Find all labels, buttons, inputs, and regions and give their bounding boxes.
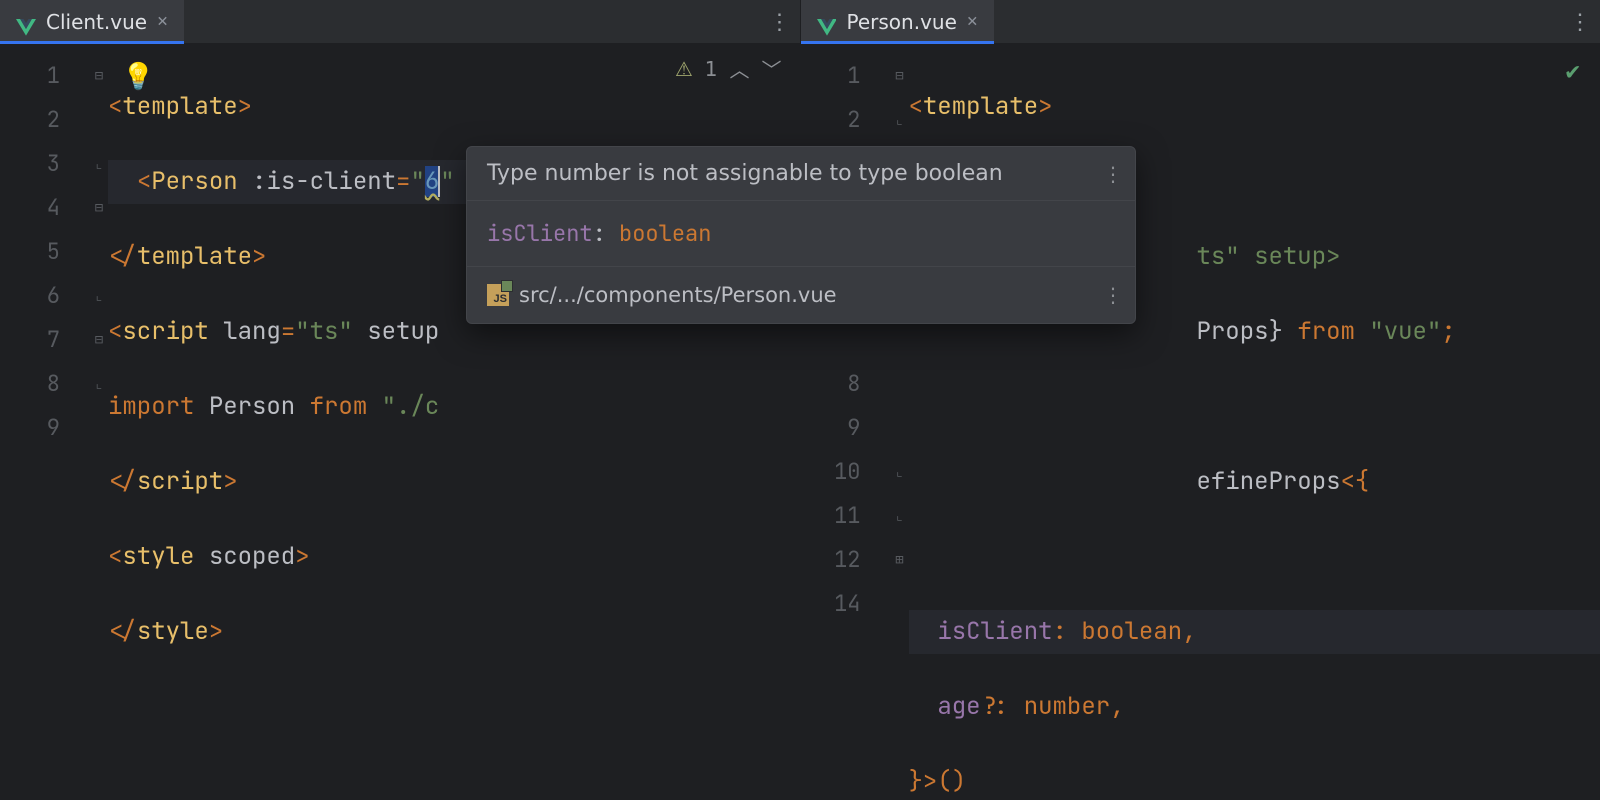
tab-bar: Client.vue ✕ ⋮ — [0, 0, 800, 44]
fold-close-icon[interactable]: ⌞ — [891, 494, 909, 538]
fold-open-icon[interactable]: ⊟ — [891, 54, 909, 98]
inspection-widget[interactable]: ⚠ 1 ︿ ﹀ — [675, 54, 782, 83]
tab-options-icon[interactable]: ⋮ — [1560, 0, 1600, 43]
tab-person-vue[interactable]: Person.vue ✕ — [801, 0, 994, 43]
fold-collapsed-icon[interactable]: ⊞ — [891, 538, 909, 582]
definition-location-row[interactable]: JS src/.../components/Person.vue ⋮ — [467, 266, 1135, 323]
fold-close-icon[interactable]: ⌞ — [90, 362, 108, 406]
editor-pane-right: Person.vue ✕ ⋮ ✔ 1 2 8 9 10 11 12 14 ⊟ ⌞ — [800, 0, 1600, 800]
popup-options-icon[interactable]: ⋮ — [1103, 162, 1123, 186]
tab-label: Client.vue — [46, 10, 147, 34]
gutter: 1 2 3 4 5 6 7 8 9 — [0, 44, 90, 800]
prev-highlight-icon[interactable]: ︿ — [730, 54, 750, 83]
error-message: Type number is not assignable to type bo… — [487, 161, 1003, 186]
popup-options-icon[interactable]: ⋮ — [1103, 283, 1123, 307]
tab-bar: Person.vue ✕ ⋮ — [801, 0, 1600, 44]
tab-options-icon[interactable]: ⋮ — [760, 0, 800, 43]
quickdoc-prop: isClient — [487, 219, 593, 248]
fold-close-icon[interactable]: ⌞ — [891, 450, 909, 494]
fold-close-icon[interactable]: ⌞ — [891, 98, 909, 142]
editor-pane-left: Client.vue ✕ ⋮ 💡 ⚠ 1 ︿ ﹀ 1 2 3 4 5 6 7 8… — [0, 0, 800, 800]
vue-file-icon — [817, 13, 837, 31]
quickdoc-row: isClient: boolean — [467, 200, 1135, 266]
next-highlight-icon[interactable]: ﹀ — [762, 54, 782, 83]
fold-close-icon[interactable]: ⌞ — [90, 142, 108, 186]
warning-icon: ⚠ — [675, 57, 693, 81]
fold-open-icon[interactable]: ⊟ — [90, 54, 108, 98]
fold-open-icon[interactable]: ⊟ — [90, 186, 108, 230]
inspection-ok-icon[interactable]: ✔ — [1566, 56, 1580, 87]
js-file-icon: JS — [487, 284, 509, 306]
warning-count: 1 — [705, 57, 718, 81]
fold-open-icon[interactable]: ⊟ — [90, 318, 108, 362]
quickdoc-type: boolean — [619, 219, 711, 248]
fold-close-icon[interactable]: ⌞ — [90, 274, 108, 318]
intention-bulb-icon[interactable]: 💡 — [122, 58, 154, 93]
close-tab-icon[interactable]: ✕ — [157, 10, 168, 33]
definition-path: src/.../components/Person.vue — [519, 283, 837, 307]
fold-column: ⊟ ⌞ ⊟ ⌞ ⊟ ⌞ — [90, 44, 108, 800]
error-tooltip-popup: Type number is not assignable to type bo… — [466, 146, 1136, 324]
tab-label: Person.vue — [847, 10, 957, 34]
tab-client-vue[interactable]: Client.vue ✕ — [0, 0, 184, 43]
close-tab-icon[interactable]: ✕ — [967, 10, 978, 33]
vue-file-icon — [16, 13, 36, 31]
error-message-row: Type number is not assignable to type bo… — [467, 147, 1135, 200]
